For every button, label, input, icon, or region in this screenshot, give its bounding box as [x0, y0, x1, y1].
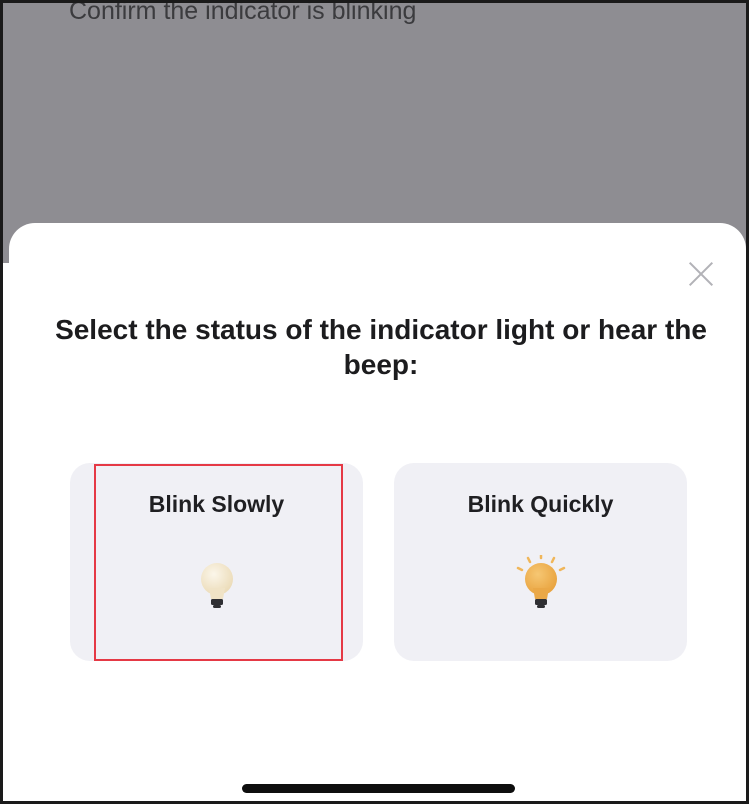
- blink-slowly-option[interactable]: Blink Slowly: [70, 463, 363, 661]
- blink-quickly-label: Blink Quickly: [467, 491, 614, 517]
- close-icon[interactable]: [685, 258, 717, 290]
- screen: Confirm the indicator is blinking Select…: [0, 0, 749, 804]
- blink-slowly-label: Blink Slowly: [148, 491, 285, 517]
- sheet-title: Select the status of the indicator light…: [55, 314, 707, 380]
- glowing-bulb-icon: [516, 555, 565, 608]
- blink-quickly-option[interactable]: Blink Quickly: [394, 463, 687, 661]
- home-indicator[interactable]: [242, 784, 515, 793]
- dim-bulb-icon: [200, 563, 233, 608]
- bottom-sheet: Select the status of the indicator light…: [9, 223, 746, 801]
- background-instruction-text: Confirm the indicator is blinking: [69, 0, 417, 25]
